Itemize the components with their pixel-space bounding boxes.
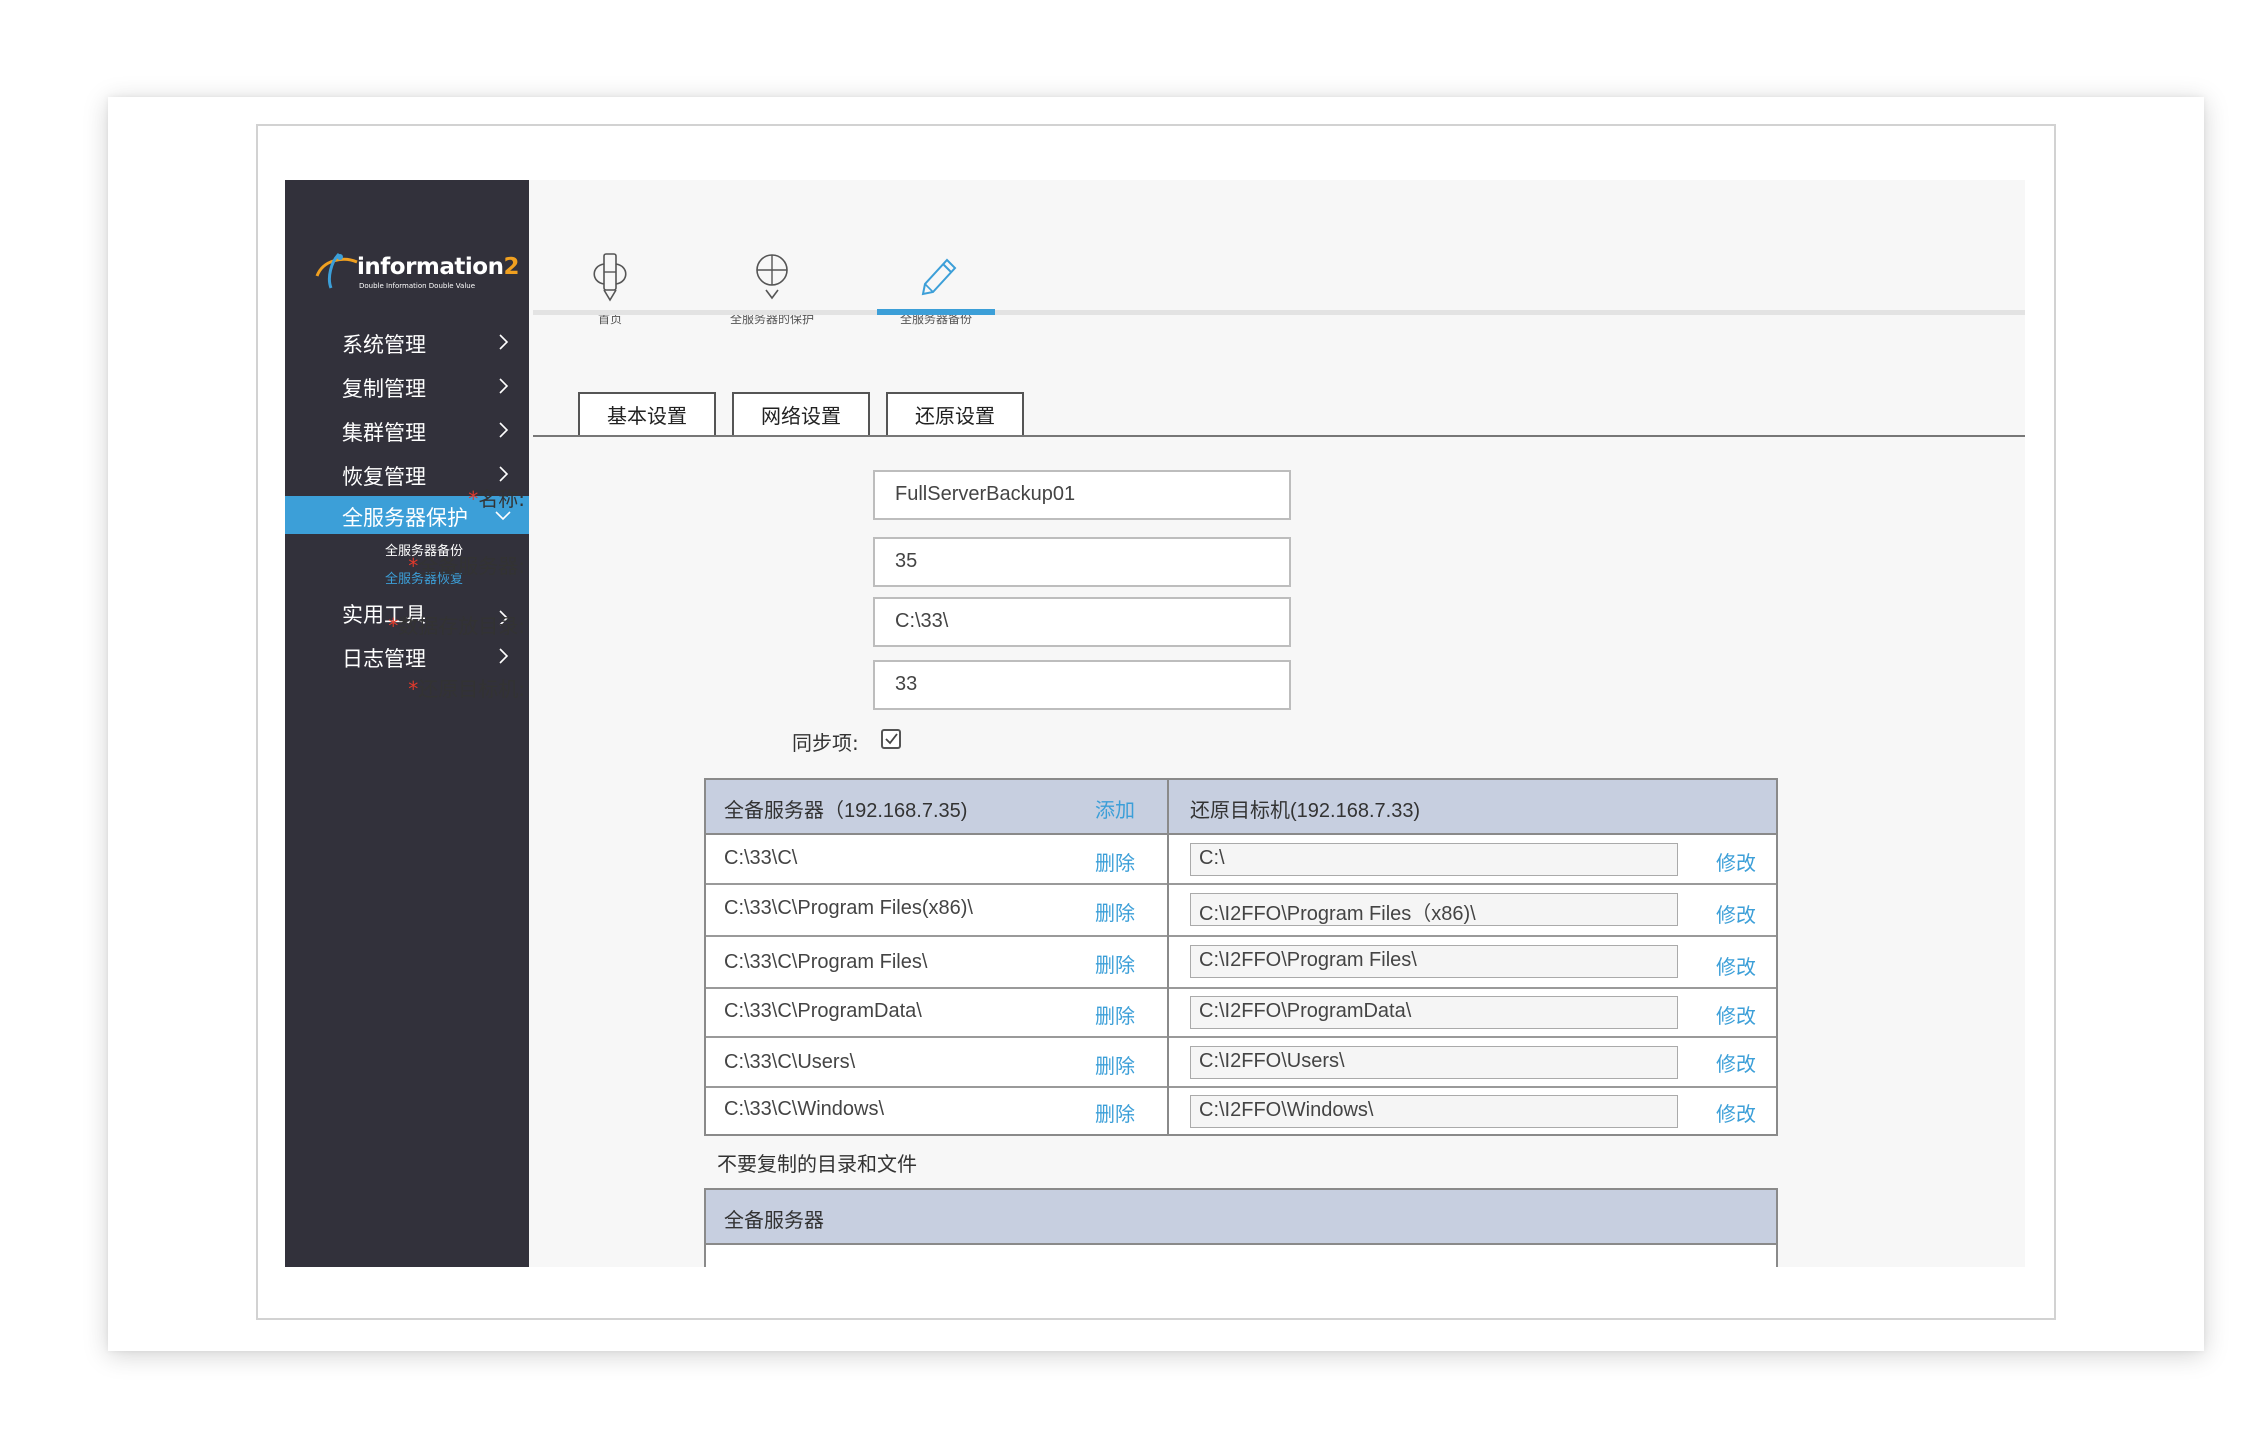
modify-button[interactable]: 修改 — [1716, 1000, 1756, 1029]
table-row: C:\33\C\Program Files\ 删除 C:\I2FFO\Progr… — [706, 937, 1776, 989]
chevron-right-icon — [499, 422, 509, 438]
topnav-divider — [533, 310, 2025, 315]
name-label: *名称: — [468, 487, 525, 511]
target-path-input[interactable]: C:\I2FFO\ProgramData\ — [1190, 996, 1678, 1029]
tab-basic-settings[interactable]: 基本设置 — [578, 392, 716, 437]
logo-wordmark: information2 — [357, 254, 519, 280]
target-path-input[interactable]: C:\ — [1190, 843, 1678, 876]
delete-button[interactable]: 删除 — [1095, 1000, 1135, 1029]
form-row-full-backup-server: *全备服务器: 35 — [285, 537, 1385, 587]
target-path-input[interactable]: C:\I2FFO\Users\ — [1190, 1046, 1678, 1079]
table-row: C:\33\C\Program Files(x86)\ 删除 C:\I2FFO\… — [706, 885, 1776, 937]
modify-button[interactable]: 修改 — [1716, 951, 1756, 980]
delete-button[interactable]: 删除 — [1095, 847, 1135, 876]
sidebar-item-cluster[interactable]: 集群管理 — [285, 408, 529, 452]
sidebar: information2 Double Information Double V… — [285, 180, 529, 1267]
tabs-divider — [533, 435, 2025, 437]
delete-button[interactable]: 删除 — [1095, 897, 1135, 926]
tab-network-settings[interactable]: 网络设置 — [732, 392, 870, 437]
source-column-header: 全备服务器（192.168.7.35) — [724, 800, 968, 822]
full-backup-server-field[interactable]: 35 — [873, 537, 1291, 587]
exclusion-column-header: 全备服务器 — [724, 1210, 824, 1232]
table-row: C:\33\C\Windows\ 删除 C:\I2FFO\Windows\ 修改 — [706, 1088, 1776, 1134]
form-row-restore-target: *还原目标机: 33 — [285, 660, 1385, 710]
target-path-input[interactable]: C:\I2FFO\Program Files（x86)\ — [1190, 893, 1678, 926]
modify-button[interactable]: 修改 — [1716, 899, 1756, 928]
sync-items-label: 同步项: — [792, 731, 859, 755]
topnav-full-server-protection[interactable]: 全服务器的保护 — [697, 250, 847, 327]
modify-button[interactable]: 修改 — [1716, 1048, 1756, 1077]
sidebar-item-replication[interactable]: 复制管理 — [285, 364, 529, 408]
add-button[interactable]: 添加 — [1095, 794, 1135, 823]
target-path-input[interactable]: C:\I2FFO\Windows\ — [1190, 1095, 1678, 1128]
pencil-icon — [921, 258, 957, 296]
app-window: information2 Double Information Double V… — [285, 180, 2025, 1267]
table-row: C:\33\C\ProgramData\ 删除 C:\I2FFO\Program… — [706, 989, 1776, 1038]
source-path: C:\33\C\ — [724, 847, 798, 869]
target-path-input[interactable]: C:\I2FFO\Program Files\ — [1190, 945, 1678, 978]
name-field[interactable]: FullServerBackup01 — [873, 470, 1291, 520]
topnav-home[interactable]: 首页 — [535, 250, 685, 327]
table-header: 全备服务器 — [706, 1190, 1776, 1245]
exclusion-section-label: 不要复制的目录和文件 — [717, 1152, 917, 1176]
delete-button[interactable]: 删除 — [1095, 1050, 1135, 1079]
delete-button[interactable]: 删除 — [1095, 1098, 1135, 1127]
sidebar-item-label: 集群管理 — [342, 421, 426, 445]
data-directory-label: *数据存放目录: — [388, 614, 525, 638]
target-column-header: 还原目标机(192.168.7.33) — [1190, 800, 1421, 822]
table-header: 全备服务器（192.168.7.35) 添加 还原目标机(192.168.7.3… — [706, 780, 1776, 835]
topnav-full-server-backup[interactable]: 全服务器备份 — [861, 250, 1011, 327]
table-row: C:\33\C\ 删除 C:\ 修改 — [706, 835, 1776, 885]
full-backup-server-label: *全备服务器: — [408, 554, 525, 578]
form-row-name: *名称: FullServerBackup01 — [285, 470, 1385, 520]
globe-pin-icon — [756, 254, 788, 300]
logo-tagline: Double Information Double Value — [359, 282, 476, 290]
logo-mark-icon — [315, 252, 358, 289]
delete-button[interactable]: 删除 — [1095, 949, 1135, 978]
tab-restore-settings[interactable]: 还原设置 — [886, 392, 1024, 437]
data-directory-field[interactable]: C:\33\ — [873, 597, 1291, 647]
source-path: C:\33\C\Program Files\ — [724, 951, 928, 973]
source-path: C:\33\C\Program Files(x86)\ — [724, 897, 973, 919]
source-path: C:\33\C\Windows\ — [724, 1098, 885, 1120]
directory-mapping-table: 全备服务器（192.168.7.35) 添加 还原目标机(192.168.7.3… — [704, 778, 1778, 1136]
checkmark-icon — [885, 733, 898, 745]
column-divider — [1167, 780, 1169, 1134]
chevron-right-icon — [499, 334, 509, 350]
modify-button[interactable]: 修改 — [1716, 847, 1756, 876]
sidebar-item-label: 复制管理 — [342, 377, 426, 401]
sidebar-item-label: 系统管理 — [342, 333, 426, 357]
table-row: C:\33\C\Users\ 删除 C:\I2FFO\Users\ 修改 — [706, 1038, 1776, 1088]
modify-button[interactable]: 修改 — [1716, 1098, 1756, 1127]
sidebar-item-system[interactable]: 系统管理 — [285, 320, 529, 364]
restore-target-field[interactable]: 33 — [873, 660, 1291, 710]
source-path: C:\33\C\ProgramData\ — [724, 1000, 922, 1022]
home-pen-icon — [593, 253, 627, 302]
exclusion-table: 全备服务器 — [704, 1188, 1778, 1267]
sync-items-checkbox[interactable] — [881, 729, 901, 749]
form-row-data-directory: *数据存放目录: C:\33\ — [285, 597, 1385, 647]
logo: information2 Double Information Double V… — [313, 248, 519, 294]
chevron-right-icon — [499, 378, 509, 394]
source-path: C:\33\C\Users\ — [724, 1051, 856, 1073]
topnav-active-indicator — [877, 309, 995, 315]
restore-target-label: *还原目标机: — [408, 677, 525, 701]
